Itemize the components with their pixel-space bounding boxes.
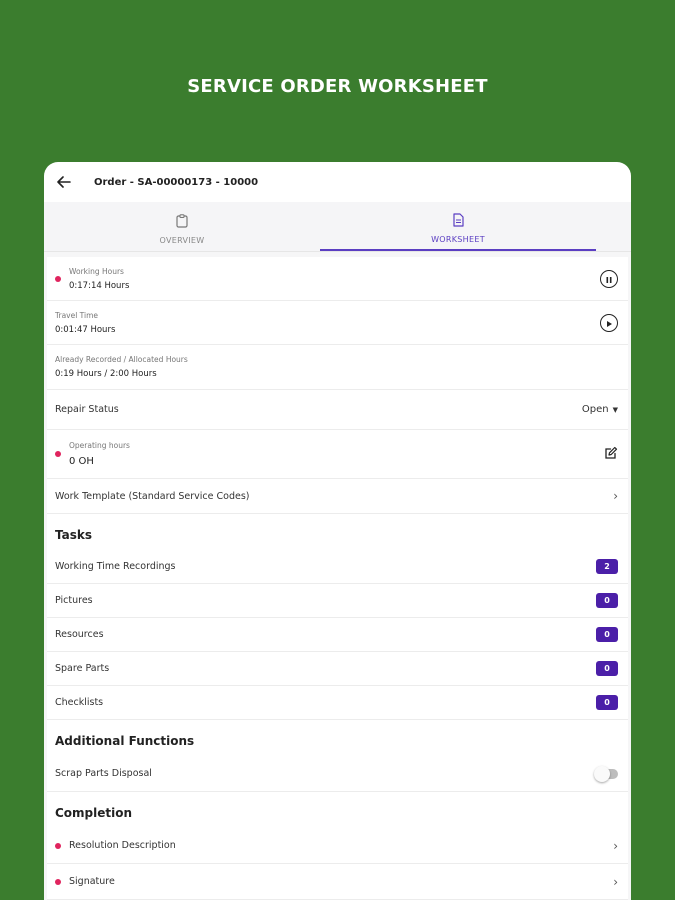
repair-status-label: Repair Status — [55, 404, 119, 415]
count-badge: 2 — [596, 559, 618, 574]
clipboard-icon — [176, 213, 188, 232]
repair-status-select[interactable]: Open ▼ — [582, 404, 618, 415]
toggle-knob — [594, 765, 610, 782]
recorded-hours-row: Already Recorded / Allocated Hours 0:19 … — [47, 345, 628, 390]
caret-down-icon: ▼ — [612, 405, 618, 414]
back-arrow-icon[interactable] — [56, 174, 72, 190]
top-bar: Order - SA-00000173 - 10000 — [44, 162, 631, 202]
travel-time-row: Travel Time 0:01:47 Hours — [47, 301, 628, 345]
operating-hours-row: Operating hours 0 OH — [47, 430, 628, 479]
task-label: Working Time Recordings — [55, 561, 176, 572]
chevron-right-icon: › — [613, 838, 618, 853]
task-row-pictures[interactable]: Pictures 0 — [47, 584, 628, 618]
task-label: Checklists — [55, 697, 104, 708]
play-icon — [605, 313, 613, 332]
required-dot — [55, 275, 61, 282]
task-label: Spare Parts — [55, 663, 110, 674]
pause-icon — [605, 269, 613, 288]
signature-row[interactable]: Signature › — [47, 864, 628, 900]
tab-worksheet-label: WORKSHEET — [431, 234, 485, 244]
required-dot — [55, 451, 61, 457]
recorded-hours-value: 0:19 Hours / 2:00 Hours — [55, 369, 157, 379]
task-row-spare-parts[interactable]: Spare Parts 0 — [47, 652, 628, 686]
tasks-section-title: Tasks — [47, 514, 628, 550]
count-badge: 0 — [596, 695, 618, 710]
task-label: Resources — [55, 629, 104, 640]
travel-time-value: 0:01:47 Hours — [55, 324, 116, 335]
required-dot — [55, 842, 61, 849]
count-badge: 0 — [596, 593, 618, 608]
resolution-description-row[interactable]: Resolution Description › — [47, 828, 628, 864]
working-hours-row: Working Hours 0:17:14 Hours — [47, 257, 628, 301]
repair-status-row: Repair Status Open ▼ — [47, 390, 628, 430]
worksheet-content: Working Hours 0:17:14 Hours Travel Time … — [44, 252, 631, 900]
scrap-parts-row: Scrap Parts Disposal — [47, 756, 628, 792]
tab-worksheet[interactable]: WORKSHEET — [320, 202, 596, 251]
work-template-label: Work Template (Standard Service Codes) — [55, 490, 250, 502]
edit-icon[interactable] — [604, 445, 618, 464]
working-hours-label: Working Hours — [69, 266, 124, 276]
signature-label: Signature — [69, 876, 115, 887]
count-badge: 0 — [596, 661, 618, 676]
required-dot — [55, 878, 61, 885]
task-label: Pictures — [55, 595, 93, 606]
task-row-checklists[interactable]: Checklists 0 — [47, 686, 628, 720]
recorded-hours-label: Already Recorded / Allocated Hours — [55, 355, 188, 364]
travel-time-label: Travel Time — [55, 310, 99, 320]
pause-button[interactable] — [600, 269, 618, 288]
worksheet-card: Order - SA-00000173 - 10000 OVERVIEW WOR… — [44, 162, 631, 900]
count-badge: 0 — [596, 627, 618, 642]
repair-status-value: Open — [581, 404, 609, 415]
play-button[interactable] — [600, 313, 618, 332]
chevron-right-icon: › — [613, 489, 618, 503]
page-banner-title: SERVICE ORDER WORKSHEET — [187, 76, 488, 97]
scrap-parts-toggle[interactable] — [594, 765, 618, 782]
work-template-row[interactable]: Work Template (Standard Service Codes) › — [47, 479, 628, 514]
operating-hours-label: Operating hours — [69, 441, 130, 450]
tab-overview[interactable]: OVERVIEW — [44, 202, 320, 251]
document-icon — [452, 212, 464, 231]
scrap-parts-label: Scrap Parts Disposal — [55, 768, 152, 779]
additional-functions-title: Additional Functions — [47, 720, 628, 756]
completion-section-title: Completion — [47, 792, 628, 828]
order-title: Order - SA-00000173 - 10000 — [94, 176, 259, 188]
chevron-right-icon: › — [613, 874, 618, 889]
tab-bar: OVERVIEW WORKSHEET — [44, 202, 631, 252]
task-row-resources[interactable]: Resources 0 — [47, 618, 628, 652]
operating-hours-value: 0 OH — [69, 456, 94, 467]
resolution-description-label: Resolution Description — [69, 840, 176, 851]
task-row-working-time[interactable]: Working Time Recordings 2 — [47, 550, 628, 584]
tab-overview-label: OVERVIEW — [159, 235, 205, 245]
working-hours-value: 0:17:14 Hours — [69, 280, 130, 291]
